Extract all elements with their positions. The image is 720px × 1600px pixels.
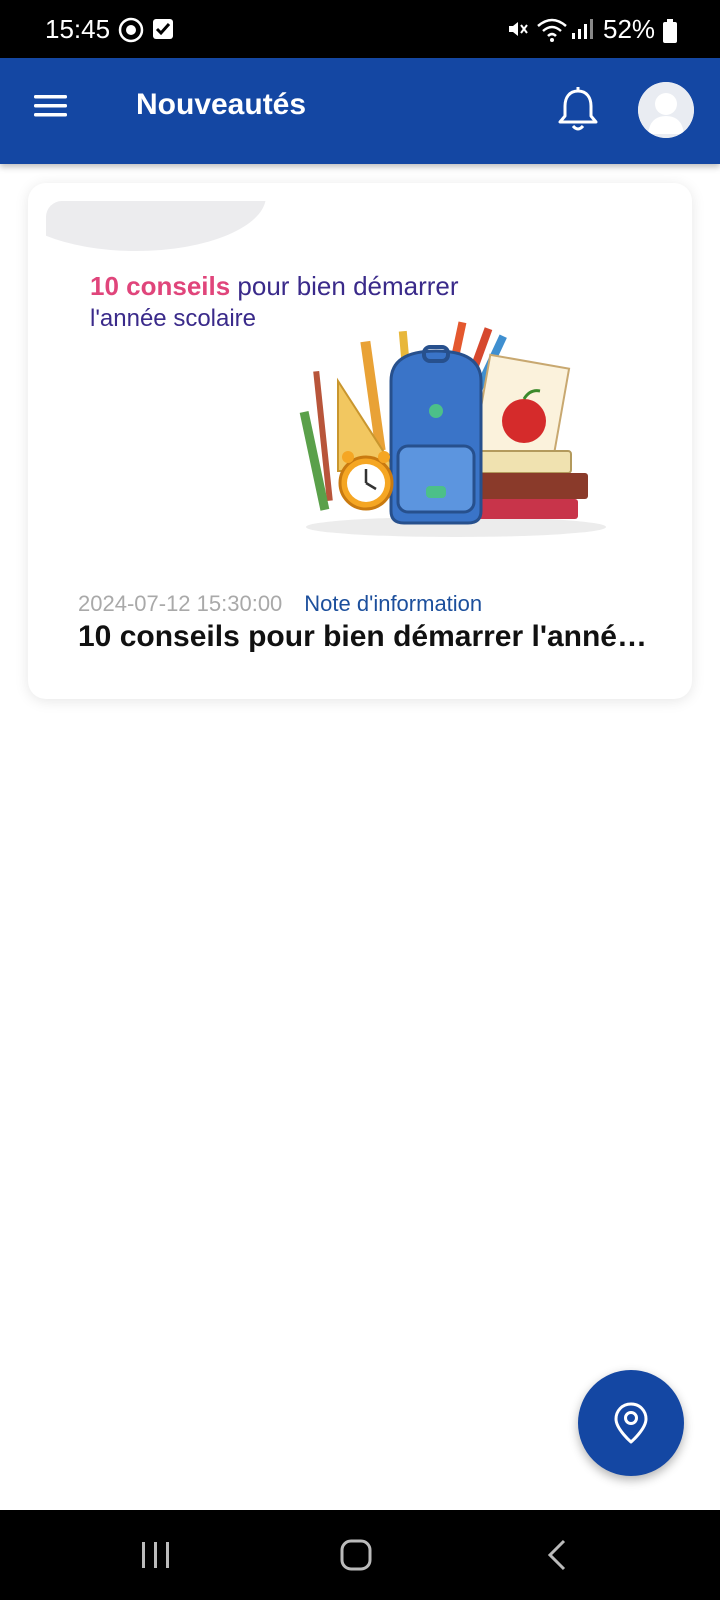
bell-icon — [558, 87, 598, 131]
location-fab-button[interactable] — [578, 1370, 684, 1476]
news-image: 10 conseils pour bien démarrer l'année s… — [46, 201, 674, 559]
image-headline-line2: l'année scolaire — [90, 305, 257, 332]
battery-icon — [663, 19, 677, 48]
menu-icon — [34, 95, 67, 117]
school-supplies-illustration — [299, 321, 606, 537]
page-title: Nouveautés — [136, 88, 307, 121]
user-avatar-icon — [638, 82, 694, 138]
mute-icon — [506, 17, 530, 46]
signal-icon — [570, 17, 594, 46]
app-bar: Nouveautés — [0, 58, 720, 164]
status-time: 15:45 — [45, 14, 111, 44]
location-pin-icon — [614, 1402, 648, 1444]
notifications-button[interactable] — [555, 85, 601, 135]
recent-apps-button[interactable] — [125, 1530, 185, 1580]
home-icon — [340, 1539, 372, 1571]
home-button[interactable] — [326, 1530, 386, 1580]
news-date: 2024-07-12 15:30:00 — [78, 591, 283, 616]
user-avatar[interactable] — [638, 82, 694, 138]
back-icon — [547, 1539, 566, 1571]
image-decoration — [46, 201, 266, 251]
news-card[interactable]: 10 conseils pour bien démarrer l'année s… — [28, 183, 692, 699]
wifi-icon — [536, 17, 568, 48]
battery-percent: 52% — [603, 14, 656, 44]
recent-apps-icon — [142, 1542, 169, 1568]
system-nav-bar — [0, 1510, 720, 1600]
news-meta: 2024-07-12 15:30:00 Note d'information — [78, 591, 482, 617]
news-category[interactable]: Note d'information — [304, 591, 482, 616]
app-notification-icon — [118, 17, 144, 48]
status-bar: 15:45 52% — [0, 0, 720, 58]
news-title[interactable]: 10 conseils pour bien démarrer l'année s… — [78, 620, 658, 654]
checkbox-notification-icon — [152, 17, 174, 46]
image-headline: 10 conseils pour bien démarrer — [90, 271, 459, 301]
back-button[interactable] — [528, 1530, 588, 1580]
menu-button[interactable] — [30, 90, 74, 130]
